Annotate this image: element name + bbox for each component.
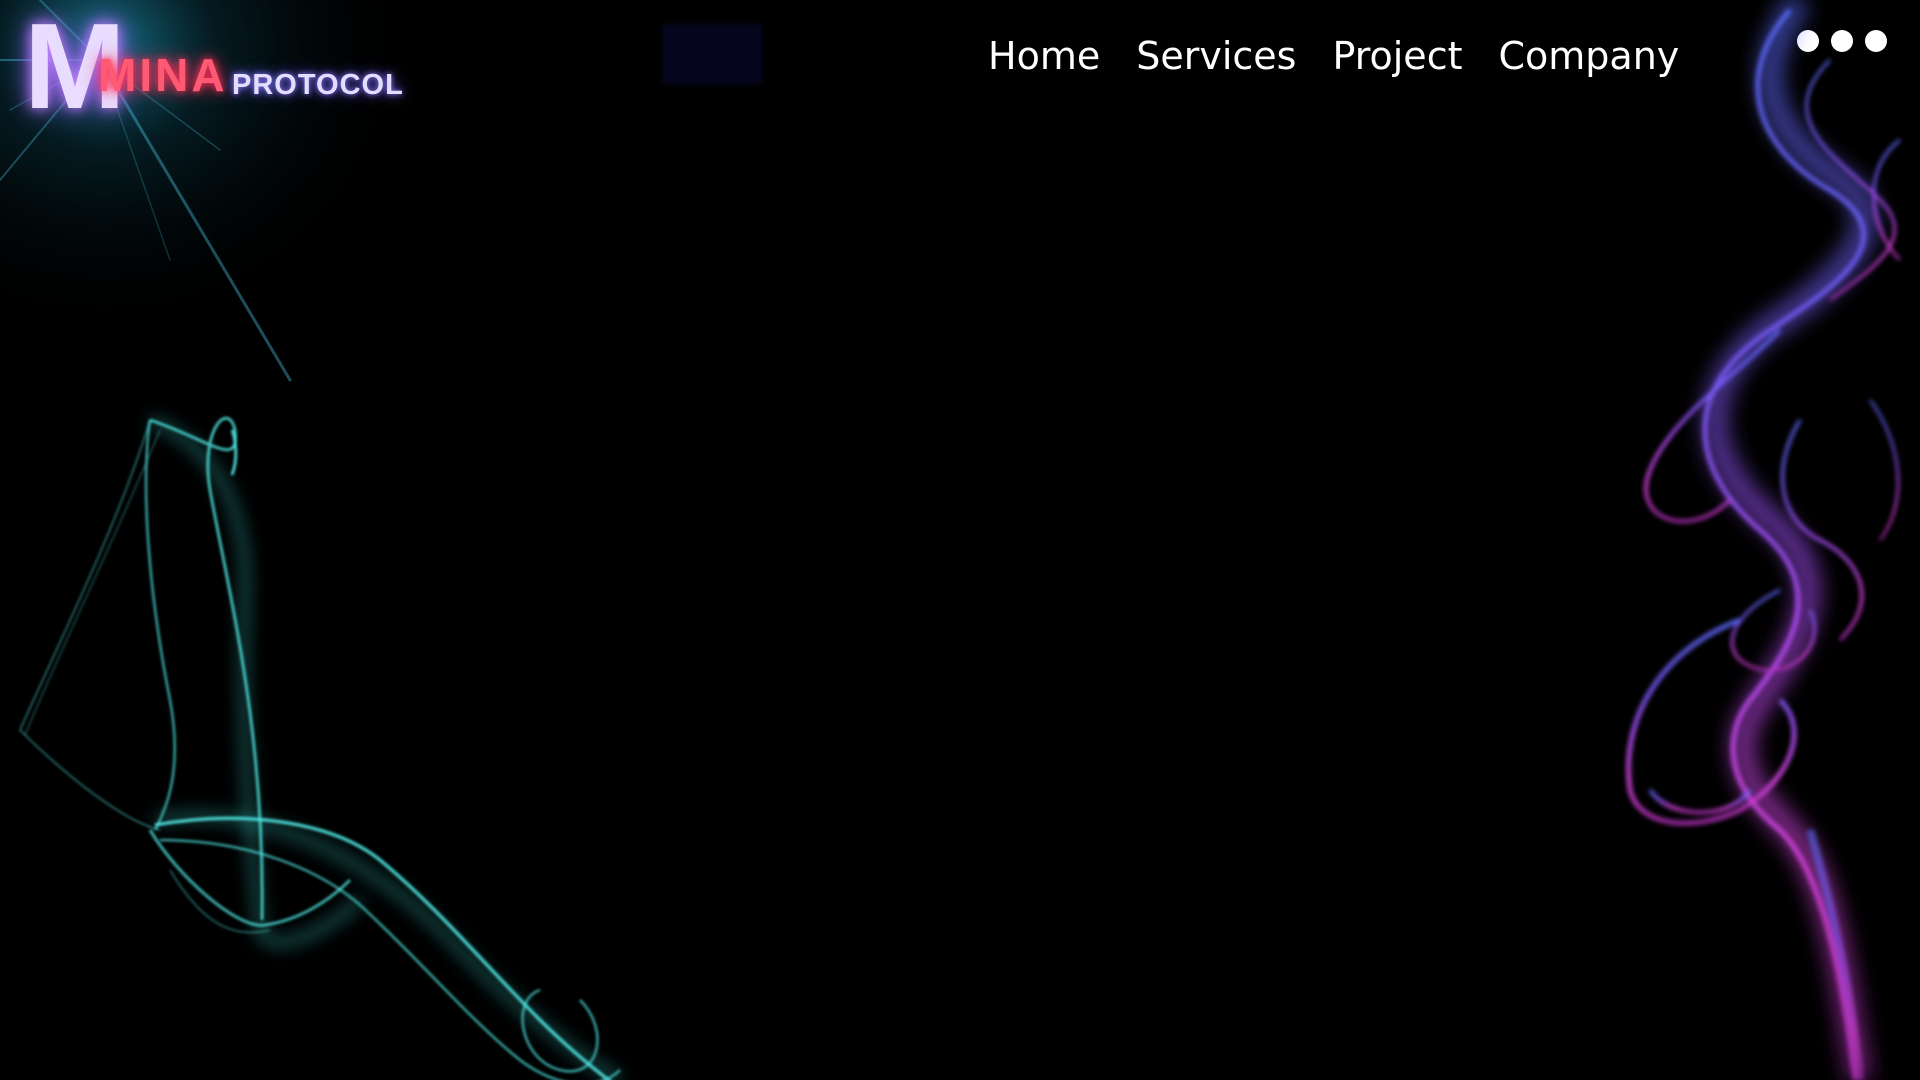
brand-name-secondary: PROTOCOL <box>232 69 404 101</box>
dot <box>1797 30 1819 52</box>
dot <box>1831 30 1853 52</box>
nav-item-home[interactable]: Home <box>988 28 1100 84</box>
more-dots-icon[interactable] <box>1797 30 1887 52</box>
nav-item-project[interactable]: Project <box>1332 28 1462 84</box>
main-nav: Home Services Project Company <box>988 28 1679 84</box>
brand-name-primary: MINA <box>98 49 228 101</box>
brand-logo[interactable]: M MINA PROTOCOL <box>24 5 414 127</box>
dot <box>1865 30 1887 52</box>
cyan-smoke-decoration <box>19 415 623 1080</box>
hero-background: M MINA PROTOCOL Home Services Project Co… <box>0 0 1920 1080</box>
purple-smoke-decoration <box>1626 0 1902 1080</box>
nav-item-company[interactable]: Company <box>1498 28 1679 84</box>
nav-item-services[interactable]: Services <box>1136 28 1296 84</box>
ghost-square-decoration <box>662 24 762 84</box>
